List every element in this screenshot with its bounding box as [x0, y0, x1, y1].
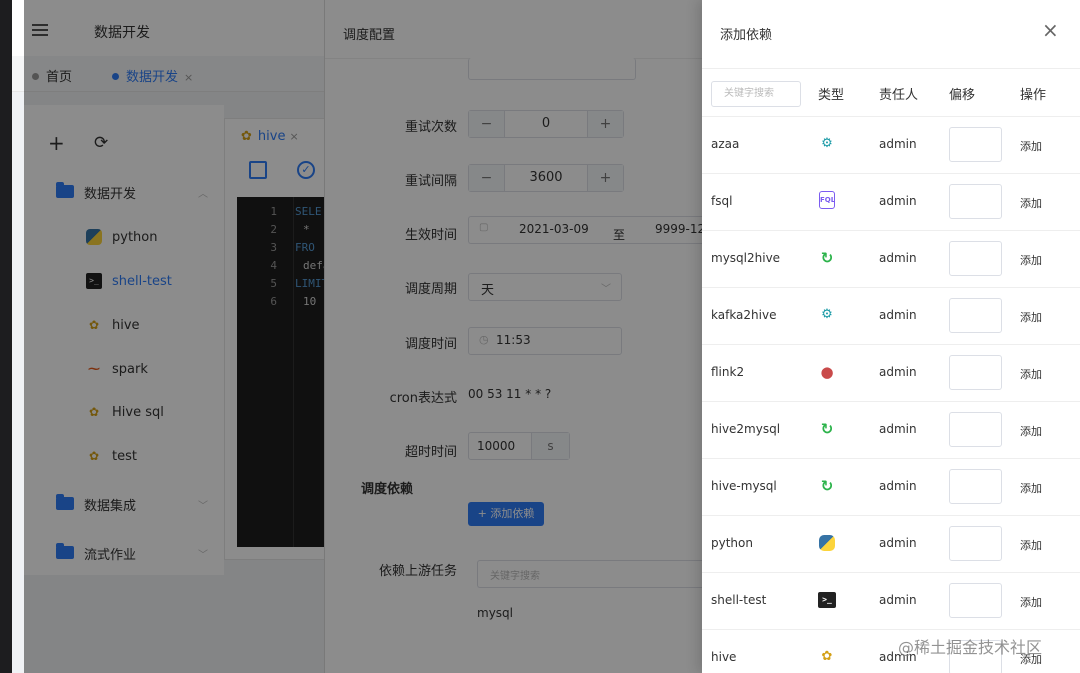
add-dependency-drawer: 添加依赖 × 关键字搜索 类型 责任人 偏移 操作 azaa ⚙ admin 添… [702, 0, 1080, 673]
drawer-title: 添加依赖 [720, 28, 773, 43]
owner: admin [879, 194, 917, 208]
row-divider [702, 629, 1080, 630]
owner: admin [879, 251, 917, 265]
owner: admin [879, 422, 917, 436]
column-header-op: 操作 [1020, 88, 1047, 103]
offset-input[interactable] [949, 355, 1002, 390]
sync-icon: ↻ [820, 249, 834, 267]
owner: admin [879, 593, 917, 607]
owner: admin [879, 479, 917, 493]
row-divider [702, 344, 1080, 345]
row-divider [702, 173, 1080, 174]
row-divider [702, 116, 1080, 117]
hive-icon: ✿ [821, 649, 833, 664]
offset-input[interactable] [949, 241, 1002, 276]
watermark: @稀土掘金技术社区 [898, 638, 1043, 657]
sync-icon: ↻ [820, 420, 834, 438]
search-input[interactable]: 关键字搜索 [711, 81, 801, 107]
sync-icon: ↻ [820, 477, 834, 495]
offset-input[interactable] [949, 412, 1002, 447]
add-link[interactable]: 添加 [1020, 195, 1042, 211]
offset-input[interactable] [949, 298, 1002, 333]
row-divider [702, 401, 1080, 402]
shell-icon: >_ [818, 592, 836, 608]
add-link[interactable]: 添加 [1020, 480, 1042, 496]
kafka-icon: ⚙ [821, 307, 833, 322]
task-name: azaa [711, 137, 740, 151]
task-name: shell-test [711, 593, 767, 607]
column-header-owner: 责任人 [879, 88, 919, 103]
row-divider [702, 458, 1080, 459]
task-name: fsql [711, 194, 733, 208]
column-header-type: 类型 [818, 88, 845, 103]
offset-input[interactable] [949, 469, 1002, 504]
owner: admin [879, 137, 917, 151]
add-link[interactable]: 添加 [1020, 366, 1042, 382]
task-name: hive [711, 650, 737, 664]
add-link[interactable]: 添加 [1020, 594, 1042, 610]
offset-input[interactable] [949, 127, 1002, 162]
row-divider [702, 515, 1080, 516]
column-header-offset: 偏移 [949, 88, 976, 103]
task-name: flink2 [711, 365, 745, 379]
task-name: hive2mysql [711, 422, 781, 436]
close-icon[interactable]: × [1042, 20, 1059, 40]
window-edge [0, 0, 12, 673]
offset-input[interactable] [949, 184, 1002, 219]
flink-icon: ● [820, 363, 834, 381]
add-link[interactable]: 添加 [1020, 252, 1042, 268]
python-icon [819, 535, 835, 551]
task-name: kafka2hive [711, 308, 777, 322]
add-link[interactable]: 添加 [1020, 423, 1042, 439]
row-divider [702, 572, 1080, 573]
task-name: mysql2hive [711, 251, 781, 265]
flink-sql-icon: FQL [819, 191, 835, 209]
row-divider [702, 287, 1080, 288]
add-link[interactable]: 添加 [1020, 138, 1042, 154]
owner: admin [879, 365, 917, 379]
offset-input[interactable] [949, 583, 1002, 618]
add-link[interactable]: 添加 [1020, 537, 1042, 553]
task-name: python [711, 536, 753, 550]
modal-overlay[interactable] [24, 0, 714, 673]
row-divider [702, 230, 1080, 231]
kafka-icon: ⚙ [821, 136, 833, 151]
task-name: hive-mysql [711, 479, 777, 493]
add-link[interactable]: 添加 [1020, 309, 1042, 325]
owner: admin [879, 308, 917, 322]
owner: admin [879, 536, 917, 550]
offset-input[interactable] [949, 526, 1002, 561]
divider [702, 68, 1080, 69]
